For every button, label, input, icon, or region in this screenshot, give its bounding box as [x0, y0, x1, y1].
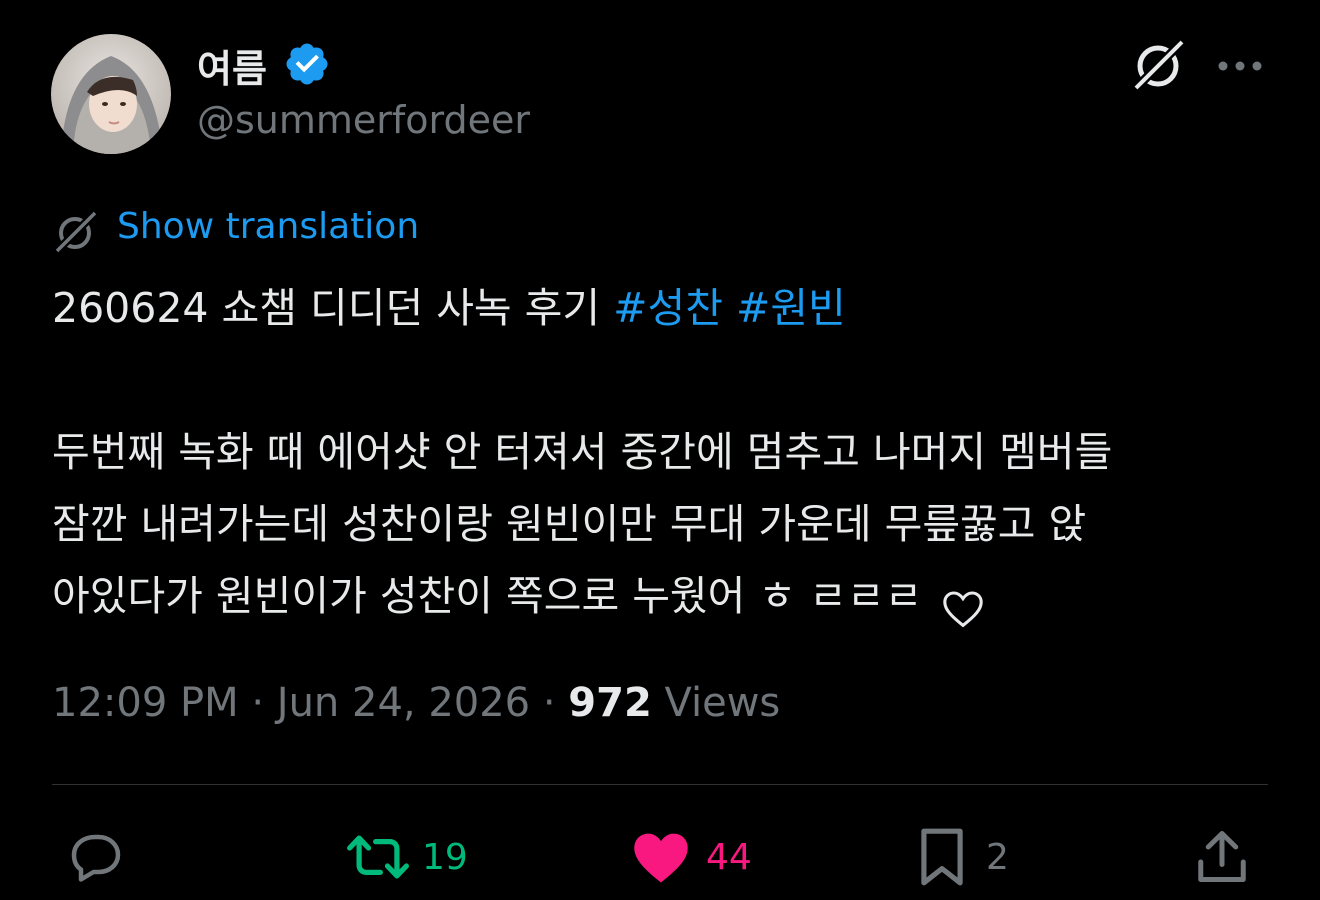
reply-icon: [71, 834, 121, 882]
tweet-line-2: 두번째 녹화 때 에어샷 안 터져서 중간에 멈추고 나머지 멤버들: [52, 428, 1113, 476]
like-count: 44: [706, 836, 752, 878]
author-display-name[interactable]: 여름: [197, 38, 267, 93]
share-button[interactable]: [1192, 822, 1252, 892]
like-button[interactable]: 44: [630, 822, 752, 892]
author-handle[interactable]: @summerfordeer: [197, 98, 530, 142]
hashtag-link[interactable]: #성찬: [613, 284, 723, 332]
heart-outline-icon: [941, 579, 985, 628]
share-icon: [1198, 831, 1246, 882]
tweet-meta: 12:09 PM · Jun 24, 2026 · 972 Views: [52, 680, 780, 726]
bookmark-icon: [921, 828, 963, 886]
meta-separator: ·: [530, 680, 569, 726]
divider: [52, 784, 1268, 785]
views-label: Views: [651, 680, 781, 726]
tweet-time[interactable]: 12:09 PM: [52, 680, 239, 726]
bookmark-count: 2: [986, 836, 1009, 878]
grok-icon[interactable]: [1130, 36, 1188, 94]
bookmark-button[interactable]: 2: [916, 822, 1009, 892]
user-avatar: [51, 34, 171, 154]
avatar[interactable]: [51, 34, 171, 154]
tweet-line-4-text: 아있다가 원빈이가 성찬이 쪽으로 누웠어 ㅎ ㄹㄹㄹ: [52, 572, 936, 620]
tweet-line-1: 260624 쇼챔 디디던 사녹 후기 #성찬 #원빈: [52, 272, 1272, 344]
hashtag-link[interactable]: #원빈: [736, 284, 846, 332]
tweet-line-3: 잠깐 내려가는데 성찬이랑 원빈이만 무대 가운데 무릎꿇고 앉: [52, 500, 1087, 548]
more-icon[interactable]: [1216, 58, 1264, 72]
heart-icon: [634, 833, 688, 883]
tweet-line-1-text: 260624 쇼챔 디디던 사녹 후기: [52, 284, 614, 332]
retweet-icon: [347, 835, 409, 879]
reply-button[interactable]: [66, 822, 126, 892]
tweet-line-4: 아있다가 원빈이가 성찬이 쪽으로 누웠어 ㅎ ㄹㄹㄹ: [52, 560, 1272, 632]
retweet-button[interactable]: 19: [344, 822, 468, 892]
meta-separator: ·: [238, 680, 277, 726]
retweet-count: 19: [422, 836, 468, 878]
verified-badge-icon: [283, 40, 331, 88]
tweet-date[interactable]: Jun 24, 2026: [277, 680, 530, 726]
grok-translate-icon: [52, 208, 100, 256]
tweet-text: 260624 쇼챔 디디던 사녹 후기 #성찬 #원빈 두번째 녹화 때 에어샷…: [52, 272, 1272, 632]
views-count: 972: [568, 680, 652, 726]
show-translation-link[interactable]: Show translation: [117, 206, 419, 247]
